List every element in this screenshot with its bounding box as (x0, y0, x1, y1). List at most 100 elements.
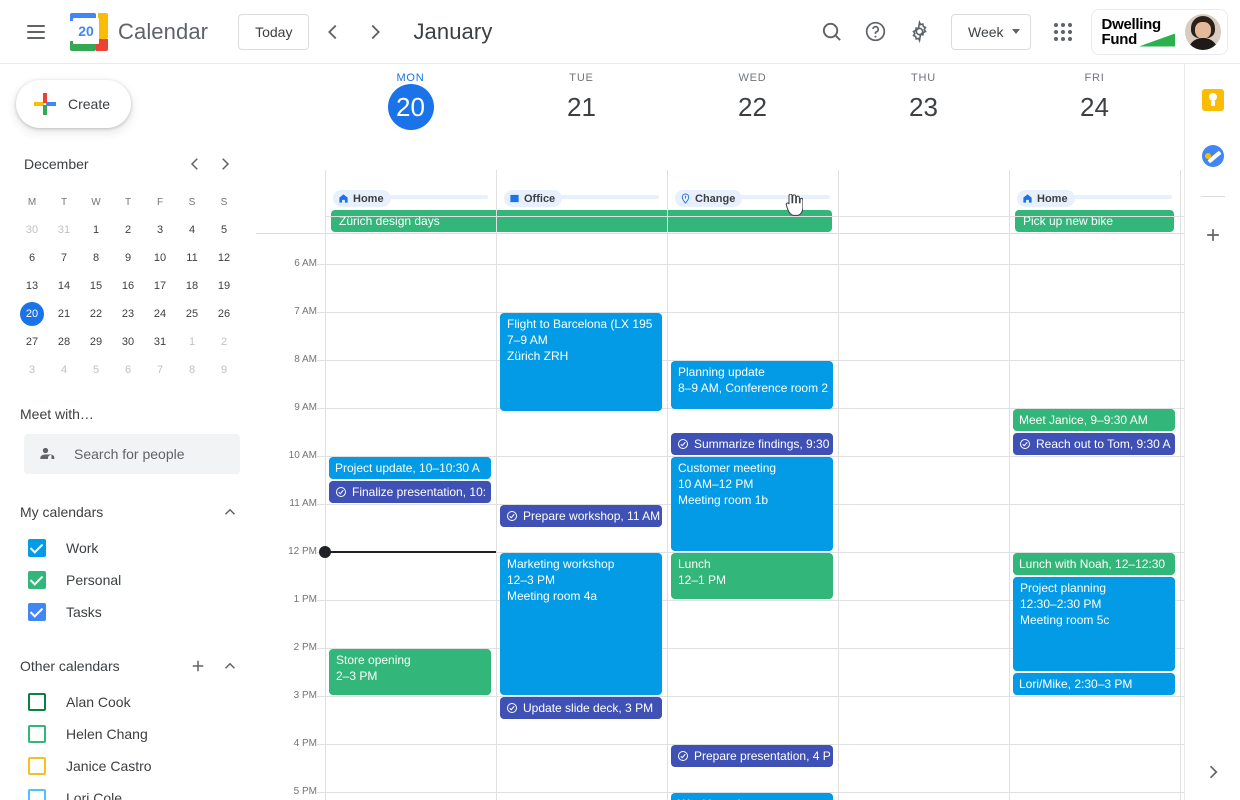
help-icon[interactable] (853, 10, 897, 54)
mini-calendar-day[interactable]: 1 (176, 328, 208, 356)
day-number-button[interactable]: 20 (388, 84, 434, 130)
other-calendar-item[interactable]: Lori Cole (0, 782, 256, 800)
calendar-event[interactable]: Customer meeting10 AM–12 PMMeeting room … (671, 457, 833, 551)
add-other-calendar-icon[interactable] (182, 650, 214, 682)
day-number-button[interactable]: 21 (496, 86, 667, 128)
mini-calendar-day[interactable]: 3 (16, 356, 48, 384)
calendar-event[interactable]: Planning update8–9 AM, Conference room 2 (671, 361, 833, 409)
mini-calendar-day[interactable]: 17 (144, 272, 176, 300)
tasks-icon[interactable] (1193, 136, 1233, 176)
calendar-checkbox[interactable] (28, 539, 46, 557)
time-grid[interactable]: 6 AM7 AM8 AM9 AM10 AM11 AM12 PM1 PM2 PM3… (256, 170, 1184, 800)
mini-calendar-day[interactable]: 8 (80, 244, 112, 272)
mini-calendar-day[interactable]: 12 (208, 244, 240, 272)
other-calendars-collapse-icon[interactable] (214, 650, 246, 682)
calendar-checkbox[interactable] (28, 757, 46, 775)
calendar-event[interactable]: Project planning12:30–2:30 PMMeeting roo… (1013, 577, 1175, 671)
calendar-event[interactable]: Flight to Barcelona (LX 1957–9 AMZürich … (500, 313, 662, 411)
mini-calendar-day[interactable]: 5 (80, 356, 112, 384)
other-calendar-item[interactable]: Janice Castro (0, 750, 256, 782)
calendar-event[interactable]: Weekly update5–6 PM, Meeting room 2c (671, 793, 833, 800)
calendar-checkbox[interactable] (28, 725, 46, 743)
mini-calendar-day[interactable]: 22 (80, 300, 112, 328)
mini-calendar-day[interactable]: 4 (48, 356, 80, 384)
mini-calendar-day[interactable]: 26 (208, 300, 240, 328)
task-event[interactable]: Prepare workshop, 11 AM (500, 505, 662, 527)
task-event[interactable]: Finalize presentation, 10: (329, 481, 491, 503)
day-number-button[interactable]: 23 (838, 86, 1009, 128)
account-button[interactable]: Dwelling Fund (1091, 9, 1228, 55)
meet-with-search-input[interactable] (72, 445, 226, 463)
other-calendar-item[interactable]: Helen Chang (0, 718, 256, 750)
gear-icon[interactable] (897, 10, 941, 54)
mini-calendar-day[interactable]: 5 (208, 216, 240, 244)
task-event[interactable]: Reach out to Tom, 9:30 A (1013, 433, 1175, 455)
create-button[interactable]: Create (16, 80, 131, 128)
calendar-event[interactable]: Lori/Mike, 2:30–3 PM (1013, 673, 1175, 695)
mini-calendar-day[interactable]: 24 (144, 300, 176, 328)
meet-with-search[interactable] (24, 434, 240, 474)
calendar-logo-icon[interactable]: 20 (70, 13, 108, 51)
mini-calendar-day[interactable]: 9 (112, 244, 144, 272)
calendar-event[interactable]: Marketing workshop12–3 PMMeeting room 4a (500, 553, 662, 695)
mini-calendar-prev-button[interactable] (180, 149, 210, 179)
mini-calendar-day[interactable]: 6 (16, 244, 48, 272)
mini-calendar-day[interactable]: 2 (208, 328, 240, 356)
mini-calendar-day[interactable]: 9 (208, 356, 240, 384)
calendar-event[interactable]: Meet Janice, 9–9:30 AM (1013, 409, 1175, 431)
my-calendar-item[interactable]: Work (0, 532, 256, 564)
mini-calendar-day[interactable]: 19 (208, 272, 240, 300)
mini-calendar-day[interactable]: 7 (144, 356, 176, 384)
mini-calendar-day[interactable]: 20 (16, 300, 48, 328)
my-calendars-collapse-icon[interactable] (214, 496, 246, 528)
mini-calendar-day[interactable]: 14 (48, 272, 80, 300)
calendar-event[interactable]: Project update, 10–10:30 A (329, 457, 491, 479)
hamburger-menu-icon[interactable] (12, 8, 60, 56)
today-button[interactable]: Today (238, 14, 309, 50)
my-calendar-item[interactable]: Personal (0, 564, 256, 596)
keep-icon[interactable] (1193, 80, 1233, 120)
next-period-button[interactable] (357, 14, 393, 50)
plus-icon[interactable] (1193, 215, 1233, 255)
mini-calendar-day[interactable]: 7 (48, 244, 80, 272)
mini-calendar-day[interactable]: 6 (112, 356, 144, 384)
mini-calendar-day[interactable]: 21 (48, 300, 80, 328)
apps-grid-icon[interactable] (1041, 10, 1085, 54)
mini-calendar-day[interactable]: 3 (144, 216, 176, 244)
avatar[interactable] (1185, 14, 1221, 50)
task-event[interactable]: Summarize findings, 9:30 (671, 433, 833, 455)
mini-calendar-day[interactable]: 11 (176, 244, 208, 272)
calendar-checkbox[interactable] (28, 789, 46, 800)
mini-calendar-day[interactable]: 10 (144, 244, 176, 272)
mini-calendar-day[interactable]: 31 (144, 328, 176, 356)
search-icon[interactable] (809, 10, 853, 54)
calendar-event[interactable]: Store opening2–3 PM (329, 649, 491, 695)
day-number-button[interactable]: 24 (1009, 86, 1180, 128)
mini-calendar-day[interactable]: 13 (16, 272, 48, 300)
mini-calendar-day[interactable]: 18 (176, 272, 208, 300)
calendar-event[interactable]: Lunch with Noah, 12–12:30 (1013, 553, 1175, 575)
mini-calendar-day[interactable]: 1 (80, 216, 112, 244)
calendar-checkbox[interactable] (28, 693, 46, 711)
mini-calendar-day[interactable]: 15 (80, 272, 112, 300)
mini-calendar-day[interactable]: 30 (112, 328, 144, 356)
calendar-checkbox[interactable] (28, 571, 46, 589)
mini-calendar-day[interactable]: 16 (112, 272, 144, 300)
my-calendar-item[interactable]: Tasks (0, 596, 256, 628)
view-selector[interactable]: Week (951, 14, 1031, 50)
expand-panel-button[interactable] (1193, 752, 1233, 792)
task-event[interactable]: Update slide deck, 3 PM (500, 697, 662, 719)
day-number-button[interactable]: 22 (667, 86, 838, 128)
previous-period-button[interactable] (315, 14, 351, 50)
calendar-event[interactable]: Lunch12–1 PM (671, 553, 833, 599)
mini-calendar-day[interactable]: 27 (16, 328, 48, 356)
mini-calendar-day[interactable]: 23 (112, 300, 144, 328)
mini-calendar-day[interactable]: 31 (48, 216, 80, 244)
other-calendar-item[interactable]: Alan Cook (0, 686, 256, 718)
mini-calendar-day[interactable]: 25 (176, 300, 208, 328)
mini-calendar-day[interactable]: 4 (176, 216, 208, 244)
mini-calendar-day[interactable]: 2 (112, 216, 144, 244)
mini-calendar-day[interactable]: 28 (48, 328, 80, 356)
task-event[interactable]: Prepare presentation, 4 P (671, 745, 833, 767)
mini-calendar-day[interactable]: 30 (16, 216, 48, 244)
